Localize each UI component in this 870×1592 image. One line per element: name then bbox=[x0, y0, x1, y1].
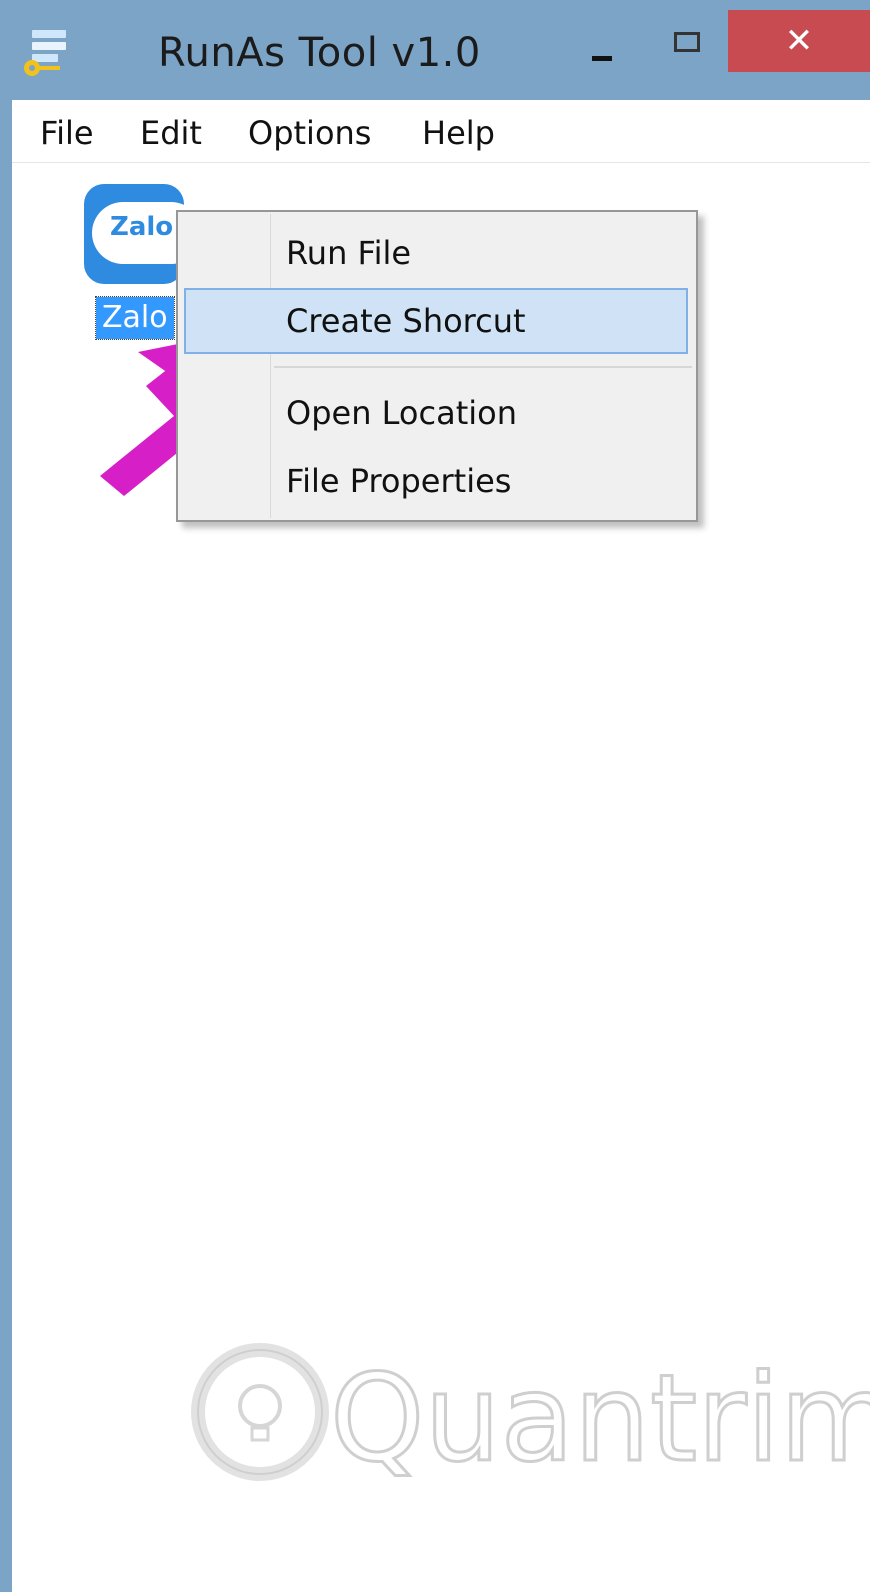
zalo-icon-text: Zalo bbox=[110, 212, 174, 242]
menu-file[interactable]: File bbox=[40, 114, 94, 152]
menu-options[interactable]: Options bbox=[248, 114, 371, 152]
app-window: RunAs Tool v1.0 ✕ File Edit Options Help… bbox=[0, 0, 870, 1592]
menu-bar: File Edit Options Help bbox=[12, 100, 870, 163]
menu-separator bbox=[274, 366, 692, 368]
file-item-label[interactable]: Zalo bbox=[95, 296, 175, 340]
menu-item-run-file[interactable]: Run File bbox=[178, 220, 696, 286]
client-area: File Edit Options Help Zalo Zalo Run Fil… bbox=[12, 100, 870, 1592]
menu-item-create-shortcut[interactable]: Create Shorcut bbox=[184, 288, 688, 354]
menu-item-open-location[interactable]: Open Location bbox=[178, 380, 696, 446]
menu-item-label: Open Location bbox=[286, 394, 517, 432]
window-title: RunAs Tool v1.0 bbox=[158, 30, 481, 76]
menu-item-file-properties[interactable]: File Properties bbox=[178, 448, 696, 514]
menu-edit[interactable]: Edit bbox=[140, 114, 202, 152]
menu-item-label: File Properties bbox=[286, 462, 512, 500]
zalo-app-icon[interactable]: Zalo bbox=[84, 184, 184, 284]
close-icon: ✕ bbox=[784, 21, 814, 61]
menu-help[interactable]: Help bbox=[422, 114, 495, 152]
title-bar[interactable]: RunAs Tool v1.0 ✕ bbox=[0, 0, 870, 100]
maximize-button[interactable] bbox=[660, 20, 716, 76]
minimize-button[interactable] bbox=[578, 22, 634, 78]
close-button[interactable]: ✕ bbox=[728, 10, 870, 72]
runas-app-icon[interactable] bbox=[22, 28, 70, 78]
menu-item-label: Run File bbox=[286, 234, 412, 272]
context-menu: Run File Create Shorcut Open Location Fi… bbox=[176, 210, 698, 522]
menu-item-label: Create Shorcut bbox=[286, 302, 526, 340]
